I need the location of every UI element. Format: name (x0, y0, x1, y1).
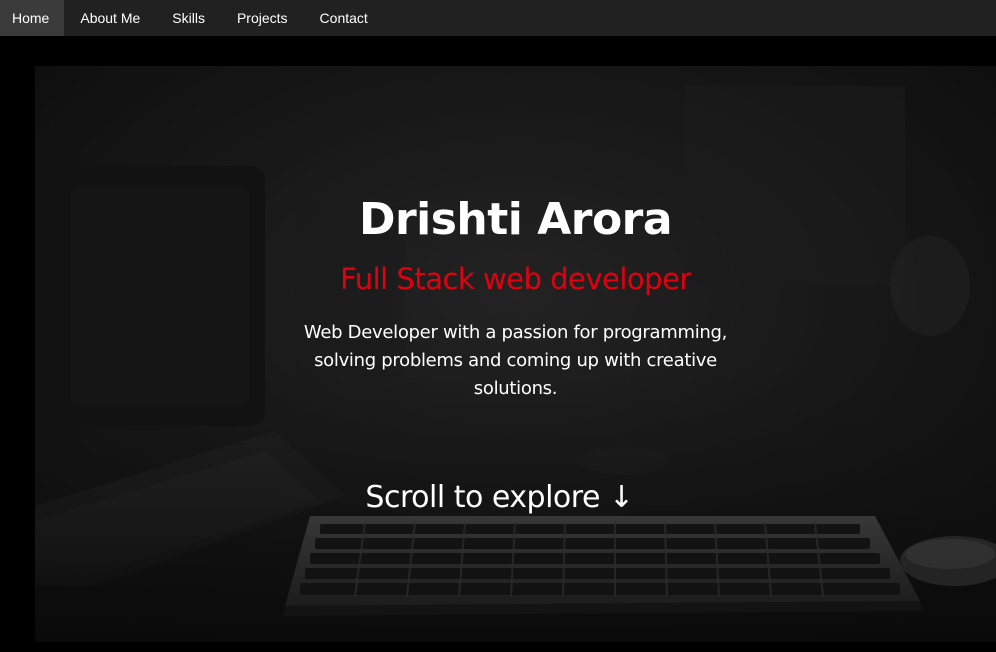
nav-contact-link[interactable]: Contact (304, 0, 384, 36)
nav-skills-link[interactable]: Skills (156, 0, 221, 36)
hero-content: Drishti Arora Full Stack web developer W… (35, 66, 996, 642)
hero-name-heading: Drishti Arora (358, 194, 673, 245)
hero-role-subtitle: Full Stack web developer (340, 262, 691, 296)
top-navbar: Home About Me Skills Projects Contact (0, 0, 996, 36)
hero-description: Web Developer with a passion for program… (303, 322, 728, 399)
nav-about-link[interactable]: About Me (64, 0, 156, 36)
hero-section: Drishti Arora Full Stack web developer W… (35, 66, 996, 642)
nav-home-link[interactable]: Home (0, 0, 65, 36)
nav-projects-link[interactable]: Projects (221, 0, 304, 36)
scroll-to-explore-link[interactable]: Scroll to explore ↓ (35, 480, 964, 515)
